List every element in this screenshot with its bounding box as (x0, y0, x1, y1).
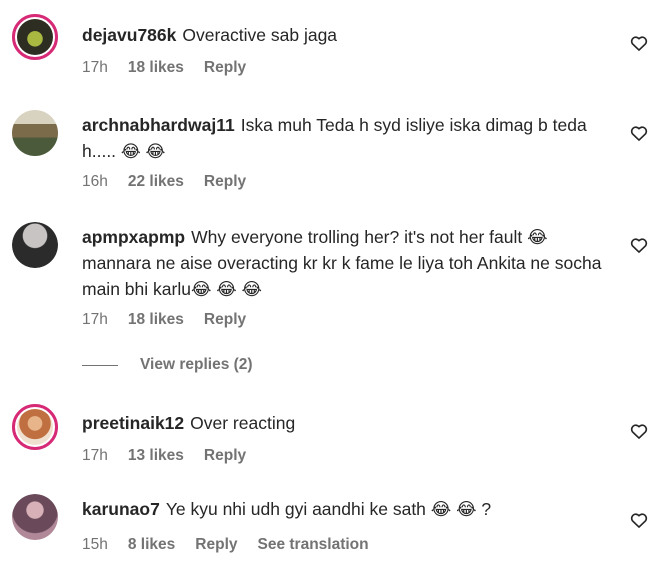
reply-button[interactable]: Reply (195, 536, 237, 554)
like-count[interactable]: 18 likes (128, 59, 184, 77)
comment-time: 17h (82, 311, 108, 328)
heart-icon[interactable] (629, 421, 649, 441)
heart-icon[interactable] (629, 33, 649, 53)
heart-icon[interactable] (629, 510, 649, 530)
comment-username[interactable]: dejavu786k (82, 25, 176, 45)
heart-icon[interactable] (629, 123, 649, 143)
comment-text: Ye kyu nhi udh gyi aandhi ke sath 😂 😂 ? (165, 499, 492, 519)
comment-username[interactable]: karunao7 (82, 499, 160, 519)
like-count[interactable]: 13 likes (128, 447, 184, 465)
avatar-image (12, 494, 58, 540)
reply-button[interactable]: Reply (204, 447, 246, 465)
comment-text: Over reacting (190, 413, 296, 433)
reply-button[interactable]: Reply (204, 59, 246, 77)
avatar[interactable] (12, 404, 58, 450)
avatar[interactable] (12, 110, 58, 156)
avatar-image (17, 19, 53, 55)
comment-text: Overactive sab jaga (182, 25, 338, 45)
reply-button[interactable]: Reply (204, 173, 246, 191)
comment-username[interactable]: preetinaik12 (82, 413, 184, 433)
comment-time: 17h (82, 59, 108, 76)
like-count[interactable]: 18 likes (128, 311, 184, 329)
avatar-image (12, 222, 58, 268)
like-count[interactable]: 8 likes (128, 536, 175, 554)
heart-icon[interactable] (629, 235, 649, 255)
see-translation-button[interactable]: See translation (258, 536, 369, 554)
view-replies-line (82, 364, 118, 366)
avatar[interactable] (12, 14, 58, 60)
reply-button[interactable]: Reply (204, 311, 246, 329)
like-count[interactable]: 22 likes (128, 173, 184, 191)
emoji: 😂 😂 (120, 142, 166, 161)
view-replies[interactable]: View replies (2) (82, 356, 253, 374)
avatar[interactable] (12, 222, 58, 268)
avatar-image (17, 409, 53, 445)
view-replies-label[interactable]: View replies (2) (140, 356, 253, 374)
comment-time: 17h (82, 447, 108, 464)
avatar[interactable] (12, 494, 58, 540)
comment-time: 16h (82, 173, 108, 190)
comment-username[interactable]: apmpxapmp (82, 227, 185, 247)
comment-username[interactable]: archnabhardwaj11 (82, 115, 235, 135)
avatar-image (12, 110, 58, 156)
comment-time: 15h (82, 536, 108, 553)
